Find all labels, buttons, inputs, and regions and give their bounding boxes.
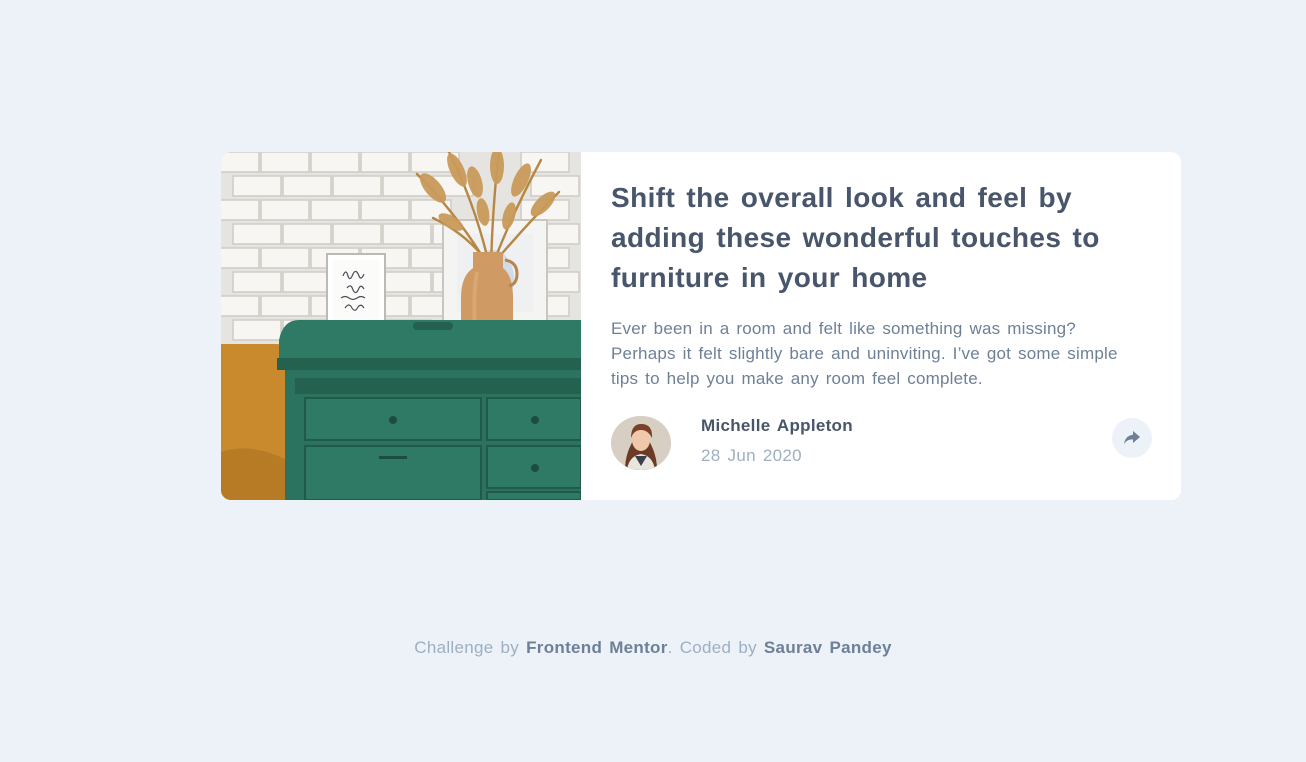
attribution-prefix: Challenge by	[414, 638, 527, 657]
frontend-mentor-link[interactable]: Frontend Mentor	[526, 638, 668, 657]
article-title[interactable]: Shift the overall look and feel by addin…	[611, 178, 1151, 298]
article-description: Ever been in a room and felt like someth…	[611, 319, 1118, 388]
author-row: Michelle Appleton 28 Jun 2020	[611, 416, 1152, 470]
article-preview-card: Shift the overall look and feel by addin…	[221, 152, 1181, 500]
author-link[interactable]: Saurav Pandey	[764, 638, 892, 657]
share-icon	[1124, 431, 1140, 445]
attribution-middle: . Coded by	[667, 638, 764, 657]
share-button[interactable]	[1112, 418, 1152, 458]
article-image	[221, 152, 581, 500]
attribution: Challenge by Frontend Mentor. Coded by S…	[0, 638, 1306, 658]
publish-date: 28 Jun 2020	[701, 446, 802, 465]
article-content: Shift the overall look and feel by addin…	[581, 152, 1181, 500]
author-avatar	[611, 416, 671, 470]
author-name: Michelle Appleton	[701, 416, 853, 435]
